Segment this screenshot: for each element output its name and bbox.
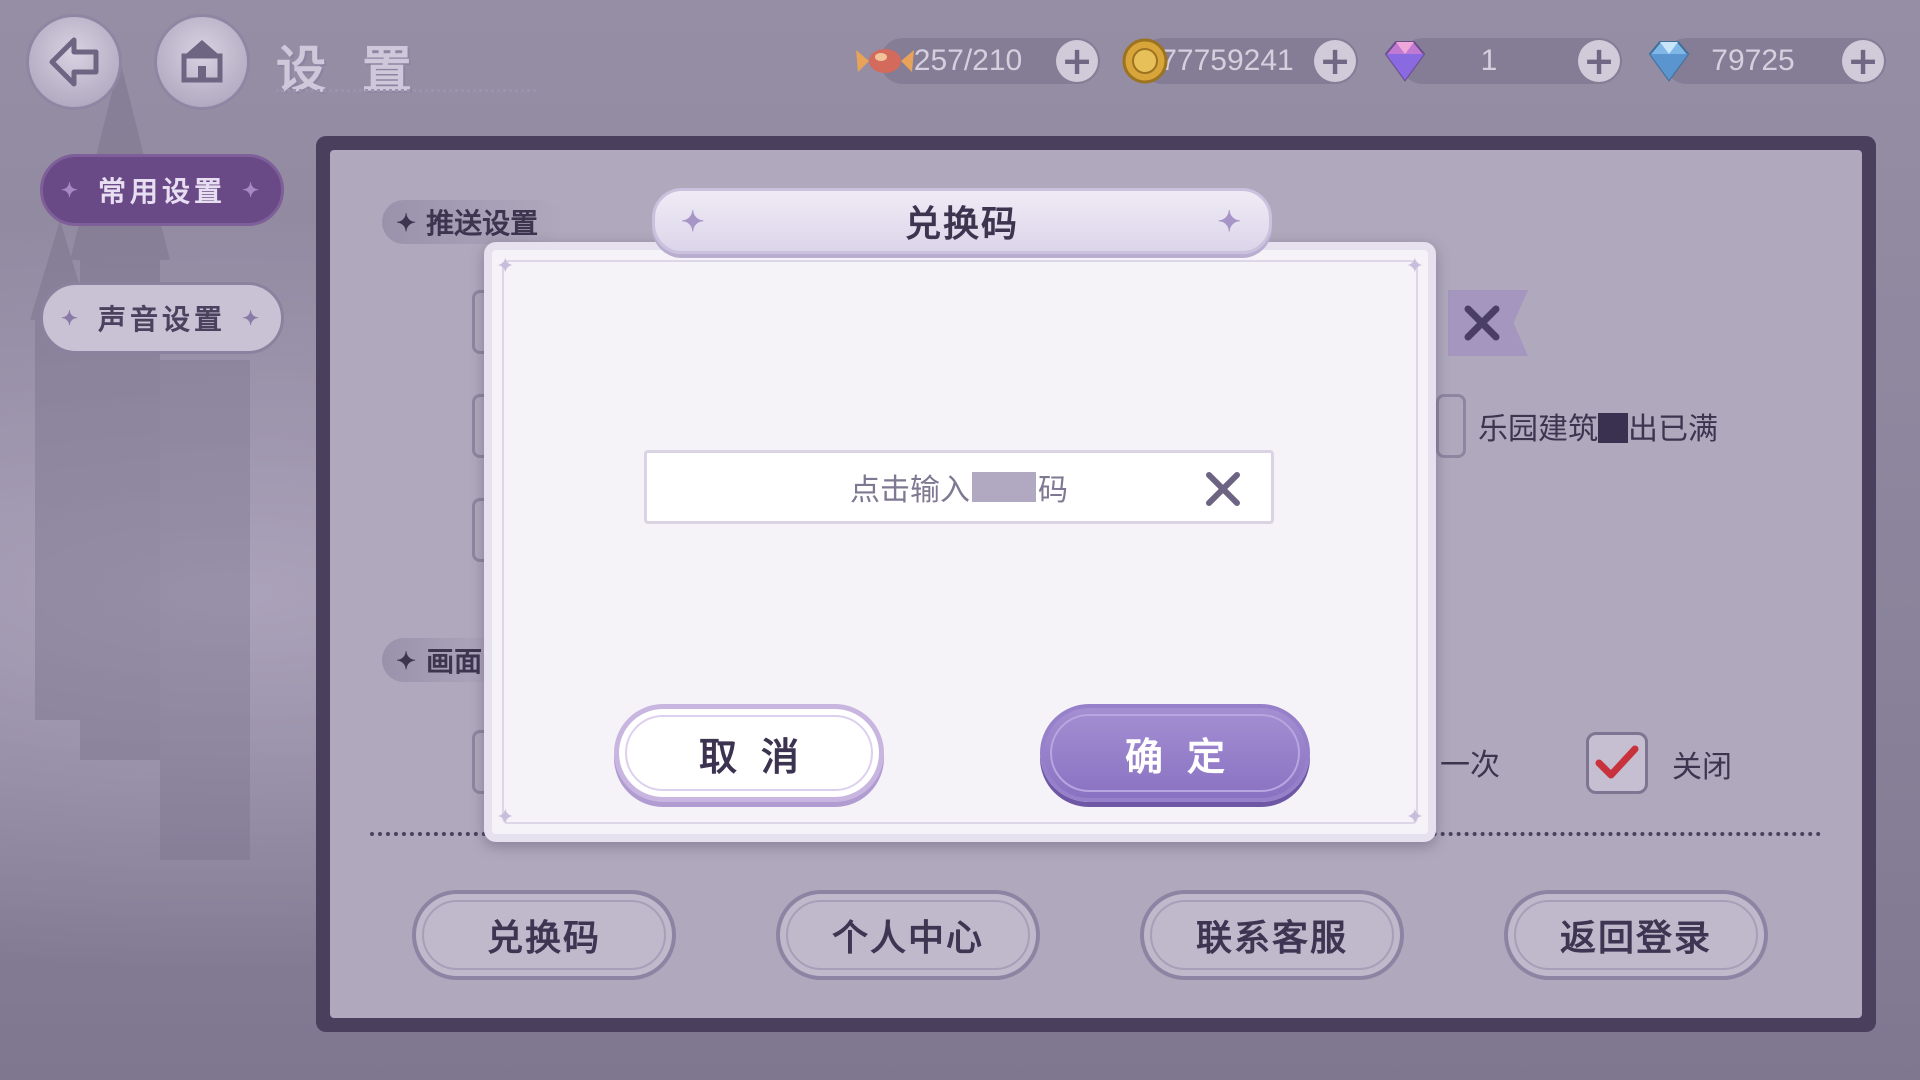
corner-sparkle-icon: ✦ [1405,805,1424,830]
redeem-code-dialog: ✦ ✦ ✦ ✦ ✦ 兑换码 ✦ 点击输入码 取消 确定 [484,188,1436,842]
corner-sparkle-icon: ✦ [496,805,515,830]
back-button[interactable] [26,14,122,110]
add-gold-button[interactable]: + [1314,40,1356,82]
redeem-code-input[interactable]: 点击输入码 [644,450,1274,524]
push-section-label: ✦ 推送设置 [382,200,565,244]
redeem-code-button[interactable]: 兑换码 [412,890,676,980]
confirm-button[interactable]: 确定 [1040,704,1310,802]
back-arrow-icon [49,37,99,87]
resource-gold: 77759241 + [1122,38,1358,84]
tab-sound-settings[interactable]: ✦ 声音设置 ✦ [40,282,284,354]
castle-home-icon [181,40,223,83]
cancel-button[interactable]: 取消 [614,704,884,802]
panel-close-button[interactable] [1448,290,1528,356]
checkmark-icon [1595,745,1639,779]
add-gem-button[interactable]: + [1578,40,1620,82]
sparkle-icon: ✦ [681,205,707,238]
close-icon [1464,305,1500,341]
tab-common-settings[interactable]: ✦ 常用设置 ✦ [40,154,284,226]
add-candy-button[interactable]: + [1056,40,1098,82]
back-to-login-button[interactable]: 返回登录 [1504,890,1768,980]
resource-gem: 1 + [1384,38,1622,84]
clear-input-icon[interactable] [1201,467,1245,511]
tab-common-label: 常用设置 [97,175,226,208]
close-label: 关闭 [1672,750,1732,785]
tab-sound-label: 声音设置 [97,303,226,336]
checkbox[interactable] [1436,394,1466,458]
option-partial-label: 一次 [1440,748,1500,783]
gold-coin-icon [1122,38,1168,84]
corner-sparkle-icon: ✦ [1405,254,1424,279]
candy-icon [856,49,914,73]
close-checkbox[interactable] [1586,732,1648,794]
profile-center-button[interactable]: 个人中心 [776,890,1040,980]
redacted-mark [972,472,1036,502]
sparkle-icon: ✦ [61,306,82,330]
dialog-title: 兑换码 [904,203,1019,245]
add-diamond-button[interactable]: + [1842,40,1884,82]
resource-diamond: 79725 + [1648,38,1886,84]
dialog-title-banner: ✦ 兑换码 ✦ [652,188,1272,254]
sparkle-icon: ✦ [61,178,82,202]
corner-sparkle-icon: ✦ [496,254,515,279]
input-placeholder: 点击输入码 [850,472,1068,508]
title-decoration [276,72,536,92]
rainbow-gem-icon [1384,41,1426,82]
sparkle-icon: ✦ [242,306,263,330]
star-icon: ✦ [396,645,417,675]
blue-diamond-icon [1648,41,1690,82]
resource-candy: 257/210 + [856,38,1100,84]
sparkle-icon: ✦ [242,178,263,202]
redacted-mark [1598,413,1628,443]
push-option-label: 乐园建筑 出已满 [1478,412,1718,447]
contact-support-button[interactable]: 联系客服 [1140,890,1404,980]
star-icon: ✦ [396,207,417,237]
home-button[interactable] [154,14,250,110]
sparkle-icon: ✦ [1217,205,1243,238]
